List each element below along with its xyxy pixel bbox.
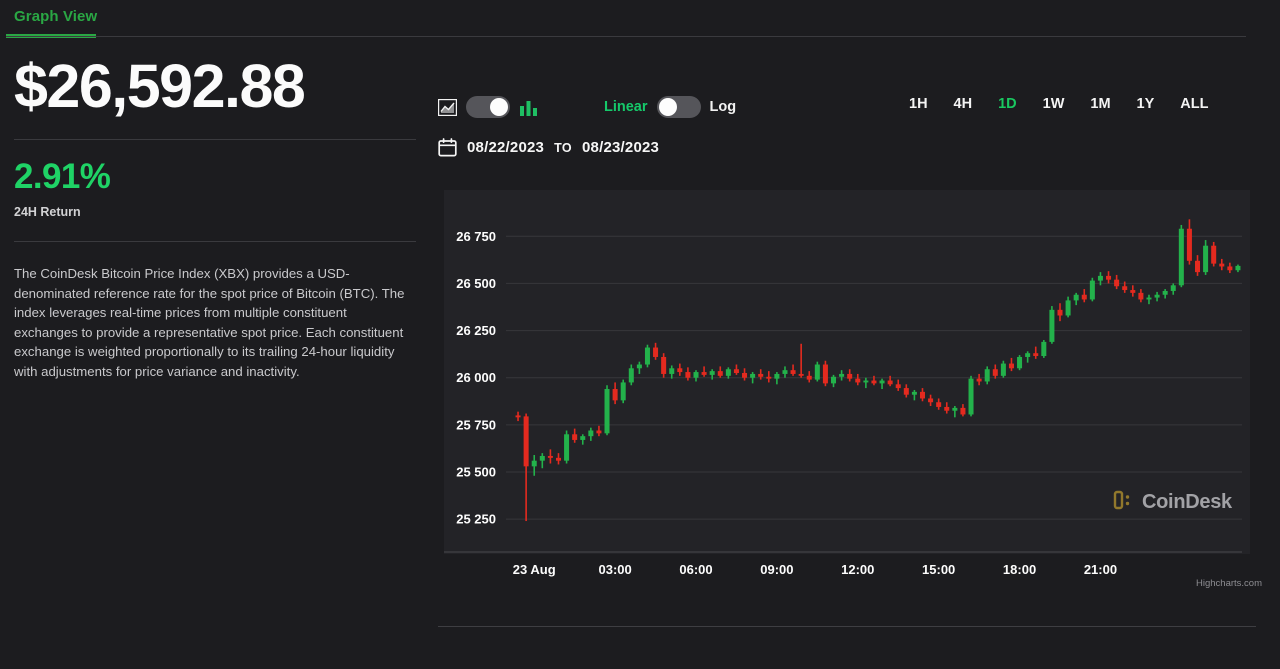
line-chart-icon [438,99,457,116]
bottom-divider [438,626,1256,627]
date-end[interactable]: 08/23/2023 [582,139,659,156]
svg-text:21:00: 21:00 [1084,562,1117,577]
scale-toggle-group: Linear Log [604,90,736,124]
svg-text:23 Aug: 23 Aug [513,562,556,577]
svg-text:12:00: 12:00 [841,562,874,577]
divider-price [14,139,416,140]
range-all[interactable]: ALL [1167,92,1221,116]
range-1m[interactable]: 1M [1077,92,1123,116]
range-1d[interactable]: 1D [985,92,1030,116]
date-separator: TO [554,141,572,155]
date-start[interactable]: 08/22/2023 [467,139,544,156]
change-percent: 2.91% [14,159,416,194]
index-description: The CoinDesk Bitcoin Price Index (XBX) p… [14,264,414,382]
change-label: 24H Return [14,205,416,219]
range-1w[interactable]: 1W [1030,92,1078,116]
scale-linear-label[interactable]: Linear [604,99,648,115]
chart-type-switch-knob[interactable] [490,98,508,116]
coindesk-watermark: CoinDesk [1113,489,1232,516]
coindesk-watermark-text: CoinDesk [1142,491,1232,514]
svg-text:25 500: 25 500 [456,465,496,480]
svg-text:09:00: 09:00 [760,562,793,577]
svg-text:26 250: 26 250 [456,323,496,338]
candlestick-chart[interactable]: 25 250 25 500 25 750 26 000 26 250 26 500 26 7… [436,190,1256,590]
scale-switch-knob[interactable] [659,98,677,116]
divider-change [14,241,416,242]
highcharts-credit[interactable]: Highcharts.com [1196,578,1262,589]
svg-text:26 000: 26 000 [456,370,496,385]
price-value: $26,592.88 [14,56,416,117]
tabbar: Graph View [14,0,416,34]
scale-switch[interactable] [657,96,701,118]
date-range-row[interactable]: 08/22/2023 TO 08/23/2023 [438,138,659,157]
range-buttons: 1H 4H 1D 1W 1M 1Y ALL [896,92,1221,116]
chart-svg: 25 250 25 500 25 750 26 000 26 250 26 500 26 7… [436,190,1256,590]
coindesk-logo-icon [1113,489,1135,516]
svg-text:26 500: 26 500 [456,276,496,291]
svg-text:03:00: 03:00 [598,562,631,577]
graph-view-page: Graph View $26,592.88 2.91% 24H Return T… [0,0,1280,669]
range-4h[interactable]: 4H [941,92,986,116]
chart-toolbar: Linear Log 1H 4H 1D 1W 1M 1Y ALL [436,88,1256,128]
range-1y[interactable]: 1Y [1124,92,1168,116]
chart-type-toggle-group [438,90,538,124]
bar-chart-icon [519,99,538,116]
tab-graph-view[interactable]: Graph View [14,8,97,34]
svg-text:06:00: 06:00 [679,562,712,577]
svg-text:15:00: 15:00 [922,562,955,577]
svg-text:25 250: 25 250 [456,512,496,527]
scale-log-label[interactable]: Log [710,99,737,115]
svg-text:26 750: 26 750 [456,229,496,244]
left-summary-panel: Graph View $26,592.88 2.91% 24H Return T… [0,0,430,669]
calendar-icon[interactable] [438,138,457,157]
chart-type-switch[interactable] [466,96,510,118]
range-1h[interactable]: 1H [896,92,941,116]
svg-text:18:00: 18:00 [1003,562,1036,577]
svg-text:25 750: 25 750 [456,417,496,432]
tabbar-divider [6,36,1246,37]
